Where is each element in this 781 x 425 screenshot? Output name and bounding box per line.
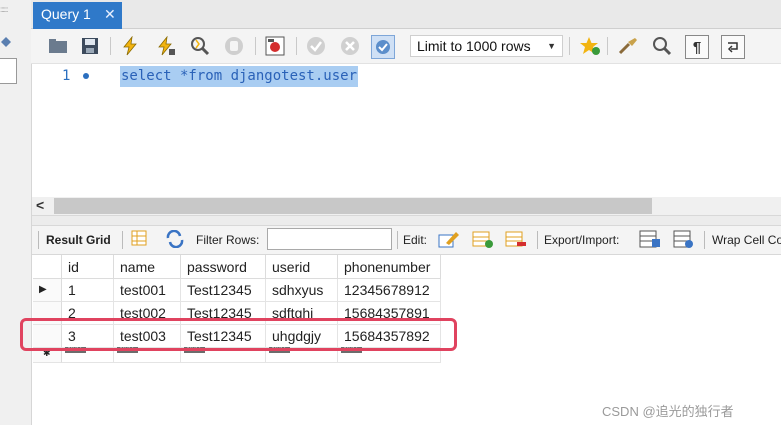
limit-rows-label: Limit to 1000 rows bbox=[417, 38, 531, 54]
navigator-icon[interactable] bbox=[0, 36, 12, 48]
table-cell[interactable]: 1 bbox=[62, 279, 114, 302]
execute-current-icon[interactable] bbox=[155, 35, 177, 57]
editor-toolbar: ¶ bbox=[31, 29, 781, 64]
limit-rows-select[interactable]: Limit to 1000 rows ▼ bbox=[410, 35, 563, 57]
delete-row-icon[interactable] bbox=[505, 229, 527, 249]
execute-icon[interactable] bbox=[119, 35, 141, 57]
watermark: CSDN @追光的独行者 bbox=[602, 404, 734, 419]
column-header-phonenumber[interactable]: phonenumber bbox=[338, 255, 441, 279]
toolbar-separator bbox=[38, 231, 39, 249]
toolbar-separator bbox=[569, 37, 570, 55]
toolbar-separator bbox=[255, 37, 256, 55]
toolbar-separator bbox=[296, 37, 297, 55]
toolbar-separator bbox=[607, 37, 608, 55]
edit-label: Edit: bbox=[403, 233, 428, 247]
refresh-icon[interactable] bbox=[165, 229, 185, 249]
grid-corner[interactable] bbox=[33, 255, 62, 279]
toolbar-separator bbox=[397, 231, 398, 249]
table-cell[interactable]: test001 bbox=[114, 279, 181, 302]
toolbar-separator bbox=[704, 231, 705, 249]
export-icon[interactable] bbox=[639, 229, 661, 249]
grid-view-icon[interactable] bbox=[131, 230, 147, 246]
toolbar-separator bbox=[537, 231, 538, 249]
wrap-cell-content-label[interactable]: Wrap Cell Co bbox=[712, 233, 781, 247]
filter-rows-label: Filter Rows: bbox=[196, 233, 260, 247]
beautify-icon[interactable] bbox=[617, 35, 639, 57]
scrollbar-thumb[interactable] bbox=[54, 198, 652, 214]
filter-rows-input[interactable] bbox=[267, 228, 392, 250]
highlight-box bbox=[20, 318, 457, 351]
current-row-icon: ▶ bbox=[39, 284, 47, 295]
rollback-icon[interactable] bbox=[339, 35, 361, 57]
table-cell[interactable]: Test12345 bbox=[181, 279, 266, 302]
result-grid-label[interactable]: Result Grid bbox=[46, 233, 111, 247]
save-icon[interactable] bbox=[79, 35, 101, 57]
tab-bar bbox=[31, 0, 781, 29]
tab-query-1[interactable]: Query 1 ✕ bbox=[33, 2, 122, 29]
line-number: 1 bbox=[62, 68, 71, 84]
open-folder-icon[interactable] bbox=[47, 35, 69, 57]
table-cell[interactable]: sdhxyus bbox=[266, 279, 338, 302]
column-header-userid[interactable]: userid bbox=[266, 255, 338, 279]
toggle-results-icon[interactable] bbox=[264, 35, 286, 57]
column-header-password[interactable]: password bbox=[181, 255, 266, 279]
export-import-label: Export/Import: bbox=[544, 233, 620, 247]
wrap-icon[interactable] bbox=[721, 35, 745, 59]
grip-handle[interactable]: :::::: bbox=[0, 6, 22, 14]
column-header-id[interactable]: id bbox=[62, 255, 114, 279]
autocommit-icon[interactable] bbox=[371, 35, 395, 59]
bookmark-icon[interactable] bbox=[579, 35, 601, 57]
find-icon[interactable] bbox=[651, 35, 673, 57]
table-cell[interactable]: 12345678912 bbox=[338, 279, 441, 302]
column-header-name[interactable]: name bbox=[114, 255, 181, 279]
commit-icon[interactable] bbox=[305, 35, 327, 57]
toolbar-separator bbox=[122, 231, 123, 249]
statement-marker-icon bbox=[83, 73, 89, 79]
explain-icon[interactable] bbox=[189, 35, 211, 57]
chevron-down-icon: ▼ bbox=[547, 41, 556, 51]
add-row-icon[interactable] bbox=[472, 229, 494, 249]
sql-statement[interactable]: select *from djangotest.user bbox=[120, 66, 359, 87]
invisible-chars-icon[interactable]: ¶ bbox=[685, 35, 709, 59]
panel-splitter[interactable] bbox=[32, 215, 781, 226]
row-header[interactable]: ▶ bbox=[33, 279, 62, 302]
tab-title: Query 1 bbox=[41, 6, 91, 22]
stop-icon[interactable] bbox=[223, 35, 245, 57]
edit-row-icon[interactable] bbox=[438, 229, 460, 249]
close-tab-icon[interactable]: ✕ bbox=[104, 6, 116, 23]
scroll-left-icon[interactable]: < bbox=[36, 197, 44, 213]
sidebar-panel-edge bbox=[0, 58, 17, 84]
toolbar-separator bbox=[110, 37, 111, 55]
import-icon[interactable] bbox=[673, 229, 695, 249]
